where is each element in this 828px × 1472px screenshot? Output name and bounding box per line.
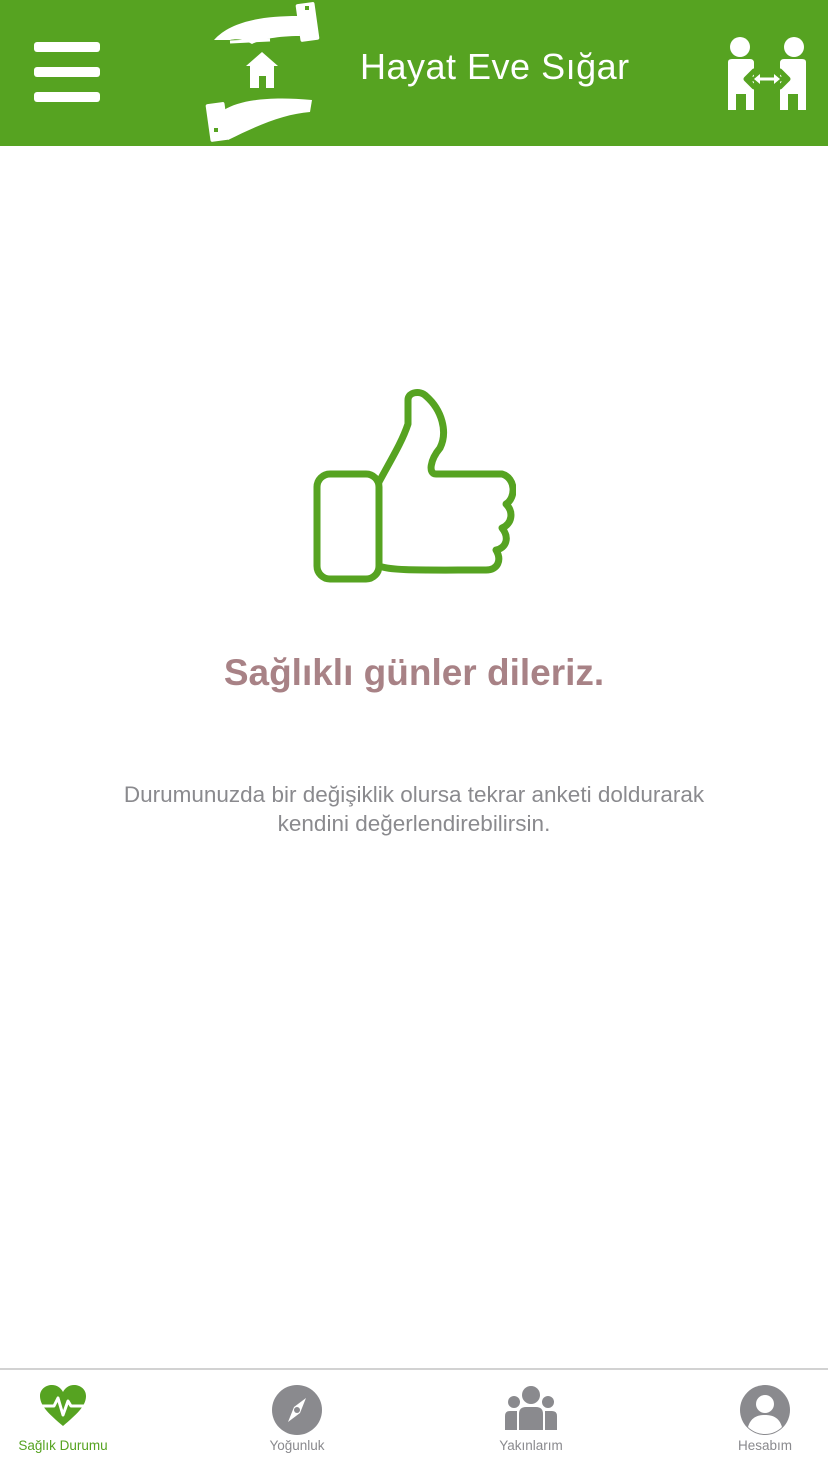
tab-saglik-durumu[interactable]: Sağlık Durumu xyxy=(0,1370,133,1472)
bottom-tab-bar: Sağlık Durumu Yoğunluk Yakınlarım Hesabı… xyxy=(0,1368,828,1472)
hamburger-menu-bar xyxy=(34,92,100,102)
hands-house-logo xyxy=(205,2,320,142)
menu-button[interactable] xyxy=(34,42,100,102)
thumbs-up-icon xyxy=(313,389,516,583)
heart-pulse-icon xyxy=(40,1385,86,1426)
hamburger-menu-icon xyxy=(34,42,100,52)
compass-icon xyxy=(272,1385,322,1435)
user-icon xyxy=(740,1385,790,1435)
tab-label: Yoğunluk xyxy=(269,1438,325,1453)
social-distance-icon xyxy=(728,37,806,110)
tab-label: Sağlık Durumu xyxy=(18,1438,108,1453)
tab-yogunluk[interactable]: Yoğunluk xyxy=(227,1370,367,1472)
info-message: Durumunuzda bir değişiklik olursa tekrar… xyxy=(123,782,705,836)
app-header: Hayat Eve Sığar xyxy=(0,0,828,146)
headline-text: Sağlıklı günler dileriz. xyxy=(223,652,605,693)
app-title: Hayat Eve Sığar xyxy=(360,46,630,87)
social-distance-button[interactable] xyxy=(724,32,810,114)
tab-hesabim[interactable]: Hesabım xyxy=(695,1370,828,1472)
hamburger-menu-bar xyxy=(34,67,100,77)
tab-label: Yakınlarım xyxy=(499,1438,563,1453)
tab-label: Hesabım xyxy=(737,1438,793,1453)
tab-yakinlarim[interactable]: Yakınlarım xyxy=(461,1370,601,1472)
group-icon xyxy=(505,1386,557,1430)
